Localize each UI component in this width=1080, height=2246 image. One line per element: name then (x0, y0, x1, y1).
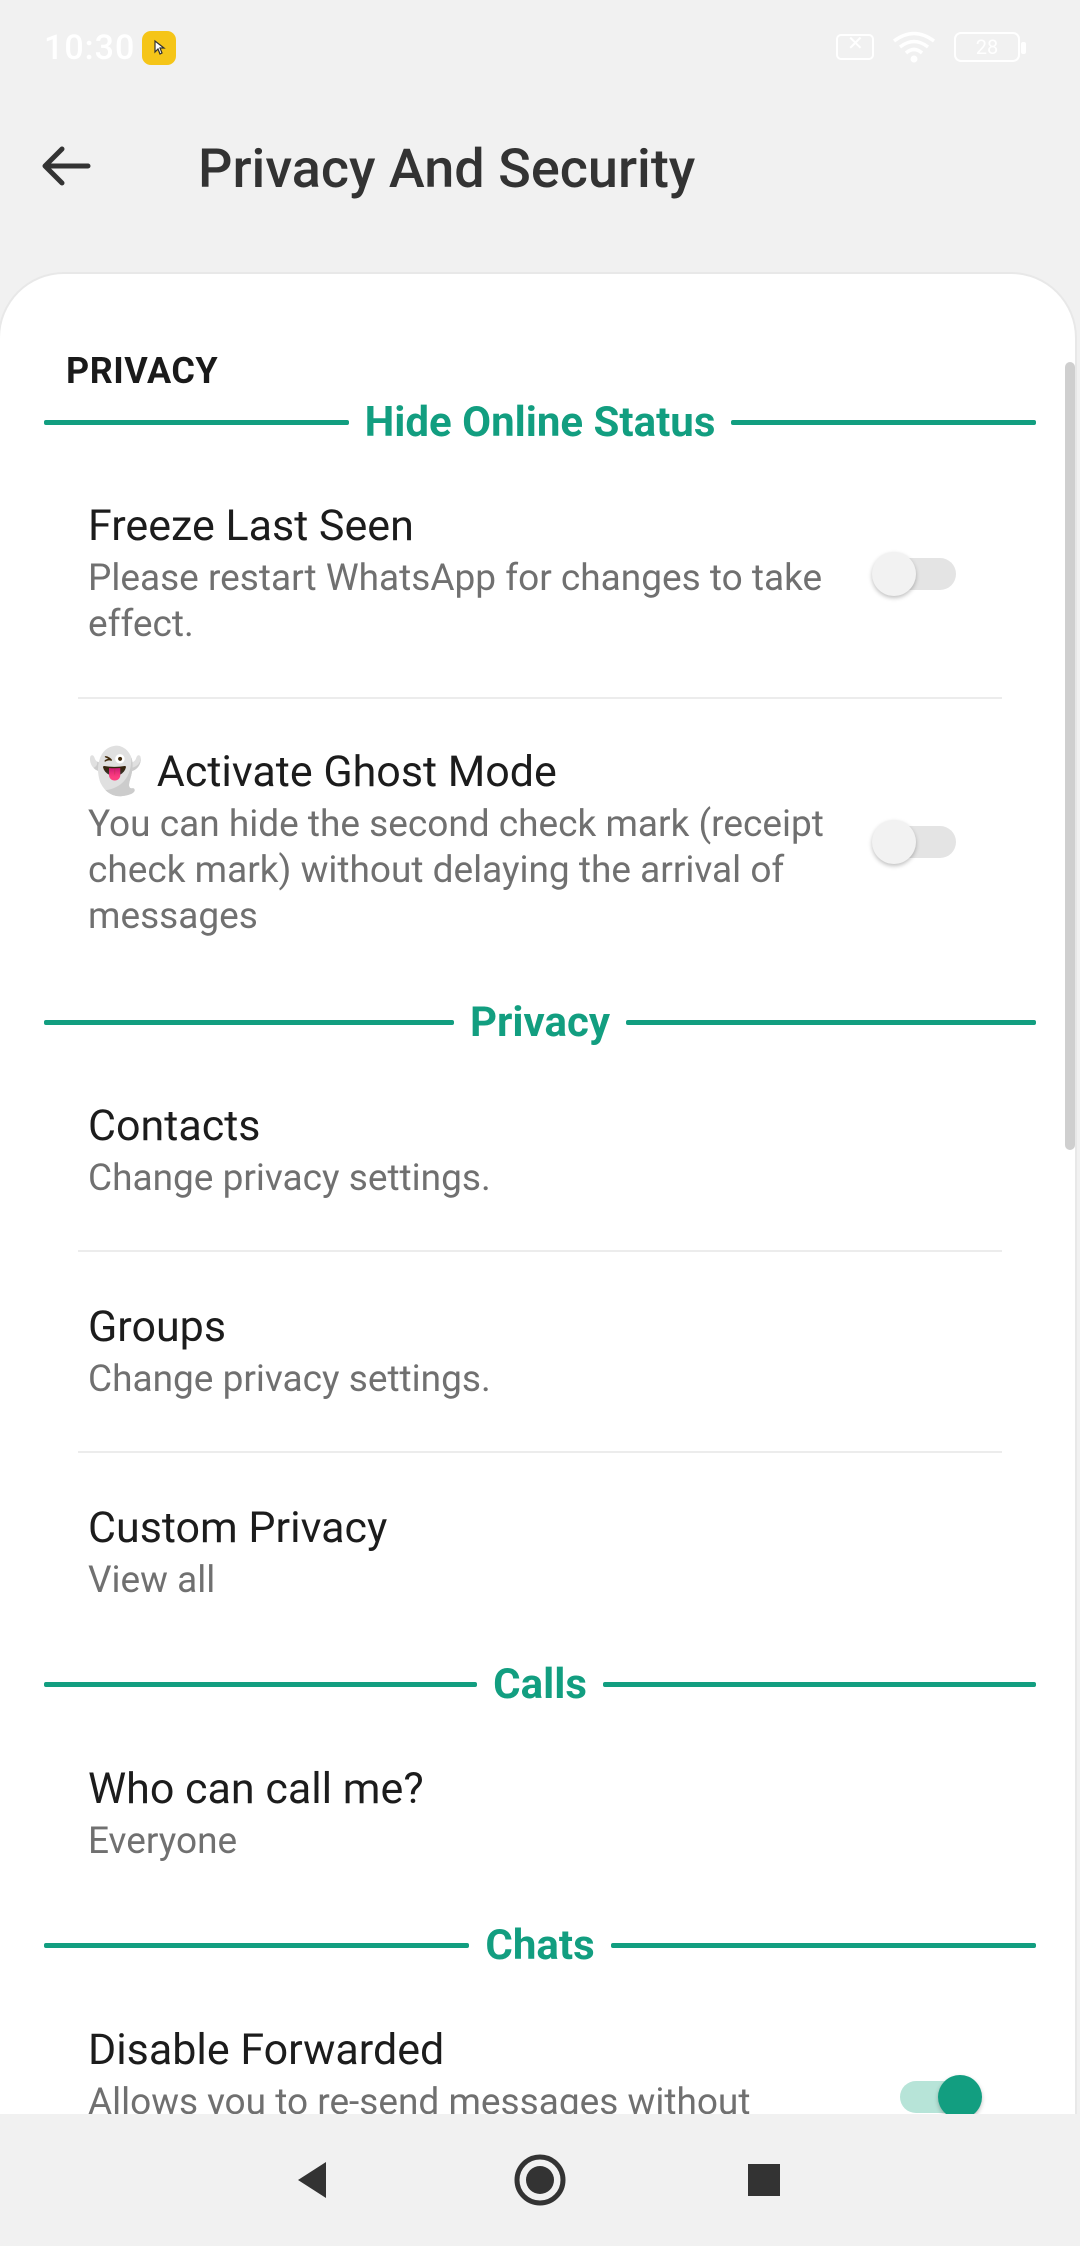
toggle-thumb (872, 552, 916, 596)
row-separator (78, 697, 1002, 699)
setting-subtitle: Change privacy settings. (88, 1157, 491, 1200)
setting-subtitle: Please restart WhatsApp for changes to t… (88, 557, 823, 646)
back-triangle-icon (298, 2162, 326, 2198)
row-separator (78, 1451, 1002, 1453)
divider-line (44, 1681, 478, 1687)
setting-contacts[interactable]: Contacts Change privacy settings. (88, 1098, 1008, 1202)
setting-title-text: Activate Ghost Mode (156, 747, 557, 797)
toggle-thumb (938, 2075, 982, 2119)
setting-title: 👻 Activate Ghost Mode (88, 744, 848, 800)
setting-text: Disable Forwarded Allows you to re-send … (88, 2022, 828, 2126)
app-bar: Privacy And Security (0, 90, 1080, 280)
nav-back-button[interactable] (272, 2140, 352, 2220)
sim-off-icon (836, 31, 874, 60)
status-bar: 10:30 28 (0, 0, 1080, 90)
recents-square-icon (748, 2164, 780, 2196)
status-time: 10:30 (44, 28, 136, 68)
status-icons: 28 (836, 30, 1026, 64)
ghost-mode-toggle[interactable] (872, 820, 958, 864)
notification-app-icon (142, 31, 176, 65)
ghost-icon: 👻 (88, 746, 143, 797)
nav-home-button[interactable] (500, 2140, 580, 2220)
section-header-privacy: PRIVACY (66, 350, 219, 392)
wifi-icon (892, 31, 936, 63)
setting-title: Custom Privacy (88, 1503, 388, 1553)
setting-custom-privacy[interactable]: Custom Privacy View all (88, 1500, 1008, 1604)
setting-freeze-last-seen[interactable]: Freeze Last Seen Please restart WhatsApp… (88, 498, 1008, 648)
group-label: Chats (485, 1920, 595, 1970)
group-label: Privacy (469, 997, 611, 1047)
nav-recents-button[interactable] (724, 2140, 804, 2220)
divider-line (626, 1019, 1036, 1025)
battery-icon: 28 (954, 32, 1026, 62)
page-title: Privacy And Security (198, 138, 696, 201)
setting-text: Freeze Last Seen Please restart WhatsApp… (88, 498, 828, 648)
group-header-privacy: Privacy (44, 992, 1036, 1052)
setting-title: Who can call me? (88, 1764, 424, 1814)
toggle-thumb (872, 820, 916, 864)
system-nav-bar (0, 2114, 1080, 2246)
home-circle-icon (514, 2154, 566, 2206)
arrow-left-icon (42, 146, 91, 186)
row-separator (78, 1250, 1002, 1252)
setting-title: Freeze Last Seen (88, 501, 414, 551)
divider-line (602, 1681, 1037, 1687)
setting-title: Disable Forwarded (88, 2025, 445, 2075)
setting-groups[interactable]: Groups Change privacy settings. (88, 1299, 1008, 1403)
disable-forwarded-toggle[interactable] (896, 2075, 982, 2119)
scrollbar[interactable] (1065, 362, 1075, 1150)
group-label: Calls (493, 1659, 587, 1709)
setting-subtitle: You can hide the second check mark (rece… (88, 803, 824, 938)
freeze-last-seen-toggle[interactable] (872, 552, 958, 596)
divider-line (610, 1942, 1037, 1948)
setting-ghost-mode[interactable]: 👻 Activate Ghost Mode You can hide the s… (88, 744, 1008, 940)
setting-subtitle: Change privacy settings. (88, 1358, 491, 1401)
setting-title: Groups (88, 1302, 227, 1352)
group-header-chats: Chats (44, 1915, 1037, 1975)
group-header-calls: Calls (44, 1654, 1037, 1714)
group-header-hide-online-status: Hide Online Status (44, 392, 1037, 452)
divider-line (44, 1019, 454, 1025)
back-button[interactable] (28, 128, 104, 204)
screen: 10:30 28 Privacy And Security PRIVACY (0, 0, 1080, 2246)
setting-text: 👻 Activate Ghost Mode You can hide the s… (88, 744, 848, 940)
divider-line (44, 1942, 470, 1948)
setting-who-can-call[interactable]: Who can call me? Everyone (88, 1761, 1008, 1865)
divider-line (44, 419, 349, 425)
setting-subtitle: View all (88, 1559, 216, 1602)
setting-subtitle: Everyone (88, 1820, 238, 1863)
group-label: Hide Online Status (364, 397, 716, 447)
divider-line (731, 419, 1037, 425)
setting-title: Contacts (88, 1101, 261, 1151)
setting-disable-forwarded[interactable]: Disable Forwarded Allows you to re-send … (88, 2022, 1008, 2126)
